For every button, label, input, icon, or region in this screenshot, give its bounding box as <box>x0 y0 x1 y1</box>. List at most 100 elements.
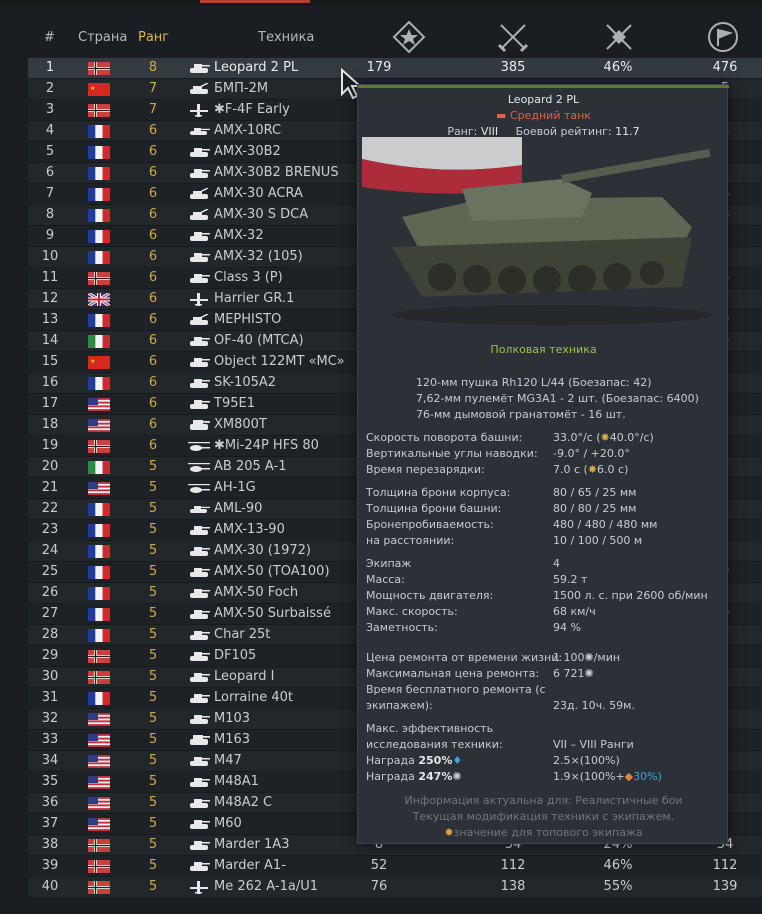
vehicle-name: AMX-13-90 <box>214 522 285 537</box>
row-number: 12 <box>41 291 59 306</box>
country-flag-icon <box>88 545 110 558</box>
country-flag-icon <box>88 188 110 201</box>
stat-mass: Масса: 59.2 т <box>366 573 726 589</box>
row-number: 2 <box>45 81 55 96</box>
row-number: 27 <box>41 606 59 621</box>
footer-line-2: Текущая модификация техники с экипажем. <box>412 810 675 823</box>
tooltip-accent-bar <box>358 85 729 88</box>
country-flag-icon <box>88 839 110 852</box>
vehicle-name: ✱F-4F Early <box>214 102 290 117</box>
country-flag-icon <box>87 291 111 308</box>
ground-kills-icon[interactable] <box>496 20 530 54</box>
country-flag-icon <box>88 272 110 285</box>
header-country[interactable]: Страна <box>78 30 127 45</box>
stat-label: Скорость поворота башни: <box>366 431 523 444</box>
stat-label: Бронепробиваемость: <box>366 518 494 531</box>
stat-research: Макс. эффективность <box>366 722 726 738</box>
header-num[interactable]: # <box>44 30 55 45</box>
vehicle-name: Lorraine 40t <box>214 690 294 705</box>
country-flag-icon <box>88 398 110 411</box>
country-flag-icon <box>88 146 110 159</box>
row-number: 36 <box>41 795 59 810</box>
country-flag-icon <box>88 692 110 705</box>
vehicle-type-icon <box>188 755 210 768</box>
vehicle-type-icon <box>188 419 210 432</box>
country-flag-icon <box>88 881 110 894</box>
row-rank: 6 <box>148 144 158 159</box>
stat-air-kills: 46% <box>603 60 633 75</box>
country-flag-icon <box>88 251 110 264</box>
stat-reward-sl: Награда 247%✺ 1.9×(100%+◆30%) <box>366 770 726 786</box>
stat-research-2: исследования техники: VII – VIII Ранги <box>366 738 726 754</box>
stat-label: Масса: <box>366 573 405 586</box>
row-rank: 6 <box>148 207 158 222</box>
stat-crew: Экипаж 4 <box>366 557 726 573</box>
svg-text:★: ★ <box>90 358 95 365</box>
stat-ground-kills: 112 <box>500 858 526 873</box>
stat-label: Время бесплатного ремонта (с <box>366 683 546 696</box>
silver-lions-icon: ✺ <box>584 651 594 664</box>
header-vehicle[interactable]: Техника <box>258 30 314 45</box>
vehicle-type-icon <box>188 629 210 642</box>
victories-icon[interactable] <box>706 20 740 54</box>
row-number: 26 <box>41 585 59 600</box>
table-row[interactable]: 39 5 Marder A1- 52 112 46% 112 <box>28 856 762 877</box>
silver-lions-icon: ✺ <box>452 770 462 783</box>
table-row[interactable]: 1 8 Leopard 2 PL 179 385 46% 476 <box>28 58 762 79</box>
stat-value: 4 <box>553 557 560 570</box>
row-number: 29 <box>41 648 59 663</box>
vehicle-name: Me 262 A-1a/U1 <box>214 879 318 894</box>
row-number: 19 <box>41 438 59 453</box>
stat-label: Мощность двигателя: <box>366 589 494 602</box>
vehicle-type-icon <box>188 293 210 306</box>
row-rank: 5 <box>148 795 158 810</box>
stat-value: 23д. 10ч. 59м. <box>553 699 635 712</box>
row-rank: 5 <box>148 732 158 747</box>
row-rank: 6 <box>148 333 158 348</box>
row-rank: 6 <box>148 354 158 369</box>
vehicle-name: M103 <box>214 711 251 726</box>
country-flag-icon <box>88 587 110 600</box>
vehicle-type-icon <box>188 482 210 495</box>
air-kills-icon[interactable] <box>602 20 636 54</box>
battles-icon[interactable] <box>392 20 426 54</box>
row-number: 9 <box>45 228 55 243</box>
stat-value: 59.2 т <box>553 573 588 586</box>
country-flag-icon <box>88 335 110 348</box>
row-rank: 6 <box>148 165 158 180</box>
vehicle-type-icon <box>188 776 210 789</box>
vehicle-name: AML-90 <box>214 501 263 516</box>
table-row[interactable]: 40 5 Me 262 A-1a/U1 76 138 55% 139 <box>28 877 762 898</box>
footer-line-3: значение для топового экипажа <box>453 826 643 839</box>
stat-ground-kills: 385 <box>500 60 526 75</box>
vehicle-name: AMX-10RC <box>214 123 282 138</box>
vehicle-name: AH-1G <box>214 480 256 495</box>
row-rank: 5 <box>148 480 158 495</box>
row-rank: 5 <box>148 837 158 852</box>
vehicle-type-icon <box>188 608 210 621</box>
row-rank: 5 <box>148 753 158 768</box>
header-rank[interactable]: Ранг <box>138 30 169 45</box>
tooltip-title: Leopard 2 PL <box>507 93 580 106</box>
stat-max-speed: Макс. скорость: 68 км/ч <box>366 605 726 621</box>
row-number: 38 <box>41 837 59 852</box>
row-number: 28 <box>41 627 59 642</box>
stat-value: 7.0 с (✸6.0 с) <box>553 463 629 476</box>
stat-value: -9.0° / +20.0° <box>553 447 630 460</box>
row-number: 39 <box>41 858 59 873</box>
stat-value: 80 / 80 / 25 мм <box>553 502 637 515</box>
stat-label: Толщина брони корпуса: <box>366 486 511 499</box>
row-rank: 5 <box>148 543 158 558</box>
stat-value: 6 721✺ <box>553 667 594 680</box>
vehicle-name: AMX-32 (105) <box>214 249 303 264</box>
vehicle-type-icon <box>188 818 210 831</box>
vehicle-type-icon <box>188 734 210 747</box>
vehicle-name: XM800T <box>214 417 267 432</box>
stat-visibility: Заметность: 94 % <box>366 621 726 637</box>
vehicle-type-icon <box>188 356 210 369</box>
country-flag-icon <box>88 671 110 684</box>
stat-value: 1 100✺/мин <box>553 651 621 664</box>
vehicle-name: MEPHISTO <box>214 312 282 327</box>
stat-turret-speed: Скорость поворота башни: 33.0°/с (✸40.0°/… <box>366 431 726 447</box>
vehicle-name: AMX-32 <box>214 228 264 243</box>
